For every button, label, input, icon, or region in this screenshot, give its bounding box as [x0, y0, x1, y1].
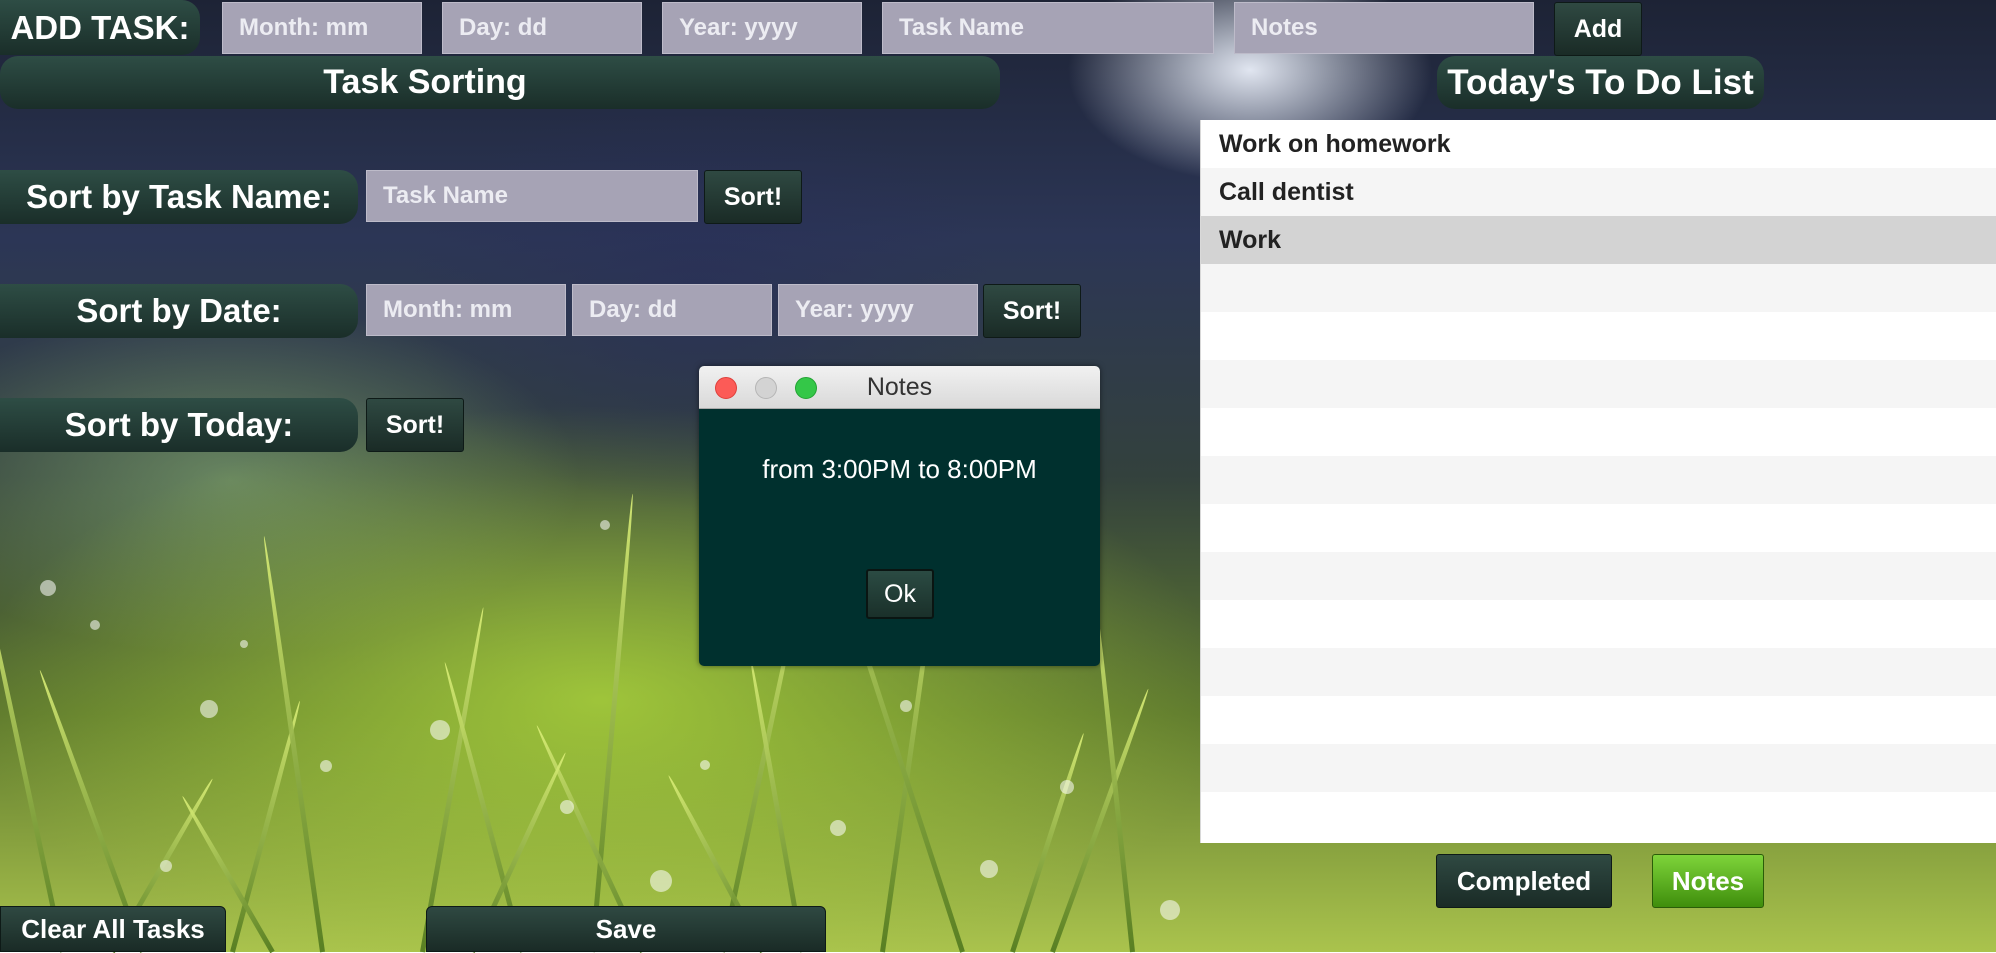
save-button[interactable]: Save [426, 906, 826, 952]
dew-drop-decor [1160, 900, 1180, 920]
sort-task-name-input[interactable] [366, 170, 698, 222]
sort-by-today-button[interactable]: Sort! [366, 398, 464, 452]
notes-dialog: Notes from 3:00PM to 8:00PM Ok [699, 366, 1100, 666]
dew-drop-decor [160, 860, 172, 872]
todo-list-empty-row [1201, 456, 1996, 504]
todo-list-empty-row [1201, 792, 1996, 840]
todo-list-empty-row [1201, 696, 1996, 744]
add-day-input[interactable] [442, 2, 642, 54]
dew-drop-decor [1060, 780, 1074, 794]
dew-drop-decor [600, 520, 610, 530]
sort-year-input[interactable] [778, 284, 978, 336]
dew-drop-decor [560, 800, 574, 814]
completed-button[interactable]: Completed [1436, 854, 1612, 908]
dew-drop-decor [700, 760, 710, 770]
dew-drop-decor [320, 760, 332, 772]
dew-drop-decor [900, 700, 912, 712]
dew-drop-decor [240, 640, 248, 648]
notes-button[interactable]: Notes [1652, 854, 1764, 908]
task-sorting-header: Task Sorting [0, 56, 1000, 109]
todo-list-empty-row [1201, 360, 1996, 408]
dew-drop-decor [430, 720, 450, 740]
todo-list-empty-row [1201, 408, 1996, 456]
todo-list-empty-row [1201, 552, 1996, 600]
dew-drop-decor [90, 620, 100, 630]
dew-drop-decor [980, 860, 998, 878]
add-year-input[interactable] [662, 2, 862, 54]
sort-by-name-label: Sort by Task Name: [0, 170, 358, 224]
todo-list-item[interactable]: Work on homework [1201, 120, 1996, 168]
add-notes-input[interactable] [1234, 2, 1534, 54]
sort-by-name-button[interactable]: Sort! [704, 170, 802, 224]
sort-month-input[interactable] [366, 284, 566, 336]
sort-day-input[interactable] [572, 284, 772, 336]
dialog-message: from 3:00PM to 8:00PM [762, 454, 1037, 484]
dew-drop-decor [40, 580, 56, 596]
todo-list-empty-row [1201, 264, 1996, 312]
todo-list-empty-row [1201, 744, 1996, 792]
dialog-ok-button[interactable]: Ok [866, 569, 934, 619]
sort-by-date-label: Sort by Date: [0, 284, 358, 338]
todo-list-empty-row [1201, 504, 1996, 552]
todo-list-empty-row [1201, 312, 1996, 360]
todo-list-header: Today's To Do List [1437, 56, 1764, 109]
dialog-title: Notes [866, 373, 933, 401]
todo-list-empty-row [1201, 648, 1996, 696]
add-task-button[interactable]: Add [1554, 2, 1642, 56]
dew-drop-decor [200, 700, 218, 718]
dew-drop-decor [830, 820, 846, 836]
sort-by-date-button[interactable]: Sort! [983, 284, 1081, 338]
todo-list[interactable]: Work on homework Call dentist Work [1200, 120, 1996, 843]
add-month-input[interactable] [222, 2, 422, 54]
todo-list-item[interactable]: Call dentist [1201, 168, 1996, 216]
add-task-name-input[interactable] [882, 2, 1214, 54]
dew-drop-decor [650, 870, 672, 892]
todo-list-empty-row [1201, 600, 1996, 648]
sort-by-today-label: Sort by Today: [0, 398, 358, 452]
clear-all-tasks-button[interactable]: Clear All Tasks [0, 906, 226, 952]
add-task-label: ADD TASK: [0, 0, 200, 55]
todo-list-item[interactable]: Work [1201, 216, 1996, 264]
dialog-titlebar[interactable]: Notes [699, 366, 1100, 409]
